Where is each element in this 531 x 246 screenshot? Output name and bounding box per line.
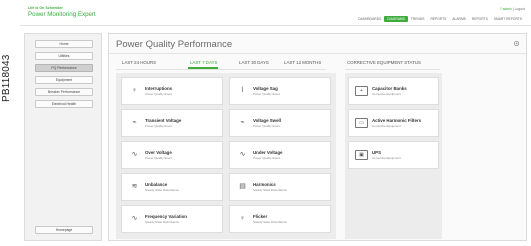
over-voltage-icon: ∿ <box>131 151 138 158</box>
menu-item-utilities[interactable]: Utilities <box>35 52 93 60</box>
brand-logo: Life Is On Schneider Power Monitoring Ex… <box>28 6 96 18</box>
card-subtitle: Corrective Equipment <box>372 92 401 96</box>
card-over-voltage[interactable]: ∿ Over Voltage Power Quality Event <box>121 141 223 169</box>
nav-item-alarms[interactable]: ALARMS <box>449 16 469 22</box>
card-interruption[interactable]: ♀ Interruptions Power Quality Event <box>121 77 223 105</box>
user-link-separator: | <box>512 7 514 11</box>
card-subtitle: Power Quality Event <box>145 124 173 128</box>
flicker-icon: ♀ <box>239 215 246 222</box>
frequency-icon: ∿ <box>131 215 138 222</box>
card-subtitle: Steady State Disturbance <box>145 188 180 192</box>
interruption-icon: ♀ <box>131 87 138 94</box>
card-capacitor[interactable]: + Capacitor Banks Corrective Equipment <box>348 77 439 105</box>
card-subtitle: Power Quality Event <box>145 156 173 160</box>
card-title: Transient Voltage <box>145 118 182 123</box>
corrective-equipment-heading: CORRECTIVE EQUIPMENT STATUS <box>347 60 421 65</box>
menu-item-breaker-performance[interactable]: Breaker Performance <box>35 88 93 96</box>
nav-item-dashboards[interactable]: DASHBOARDS <box>355 16 384 22</box>
card-transient[interactable]: ⌁ Transient Voltage Power Quality Event <box>121 109 223 137</box>
card-voltage-sag[interactable]: ⌇ Voltage Sag Power Quality Event <box>229 77 331 105</box>
card-title: Unbalance <box>145 182 168 187</box>
card-subtitle: Power Quality Event <box>253 124 281 128</box>
tabs-divider <box>116 69 326 70</box>
card-title: Harmonics <box>253 182 276 187</box>
card-title: Under Voltage <box>253 150 283 155</box>
tab-last-24-hours[interactable]: LAST 24 HOURS <box>122 60 156 65</box>
nav-item-reports[interactable]: REPORTS <box>427 16 449 22</box>
header-divider <box>20 25 531 26</box>
voltage-sag-icon: ⌇ <box>240 87 245 94</box>
card-flicker[interactable]: ♀ Flicker Steady State Disturbance <box>229 205 331 233</box>
nav-item-reports-2[interactable]: REPORTS <box>469 16 491 22</box>
card-title: Active Harmonic Filters <box>372 118 422 123</box>
menu-item-home[interactable]: Home <box>35 40 93 48</box>
card-subtitle: Corrective Equipment <box>372 124 401 128</box>
user-links: ? admin | Logout <box>500 7 525 11</box>
corrective-equipment-list: + Capacitor Banks Corrective Equipment ▭ Act… <box>345 73 442 239</box>
card-subtitle: Steady State Disturbance <box>253 220 288 224</box>
tab-last-30-days[interactable]: LAST 30 DAYS <box>239 60 269 65</box>
harmonics-icon: ▤ <box>239 183 246 190</box>
card-title: Frequency Variation <box>145 214 187 219</box>
ups-icon: ▣ <box>355 150 368 160</box>
card-filter[interactable]: ▭ Active Harmonic Filters Corrective Equip… <box>348 109 439 137</box>
app-header: Life Is On Schneider Power Monitoring Ex… <box>20 3 531 25</box>
app-window: Life Is On Schneider Power Monitoring Ex… <box>20 3 531 246</box>
card-title: Voltage Swell <box>253 118 281 123</box>
transient-icon: ⌁ <box>132 119 137 126</box>
page-title: Power Quality Performance <box>116 39 233 50</box>
title-divider <box>109 53 526 54</box>
capacitor-icon: + <box>355 86 368 96</box>
card-subtitle: Power Quality Event <box>145 92 173 96</box>
corrective-divider <box>345 69 440 70</box>
card-title: UPS <box>372 150 382 155</box>
card-title: Over Voltage <box>145 150 172 155</box>
card-title: Interruptions <box>145 86 173 91</box>
card-voltage-swell[interactable]: ⌁ Voltage Swell Power Quality Event <box>229 109 331 137</box>
under-voltage-icon: ∿ <box>239 151 246 158</box>
card-title: Voltage Sag <box>253 86 278 91</box>
tab-last-12-months[interactable]: LAST 12 MONTHS <box>284 60 321 65</box>
nav-item-diagrams[interactable]: DIAGRAMS <box>384 16 408 23</box>
brand-app-name: Power Monitoring Expert <box>28 10 96 18</box>
card-subtitle: Steady State Disturbance <box>253 188 288 192</box>
unbalance-icon: ≋ <box>131 183 138 190</box>
card-title: Flicker <box>253 214 268 219</box>
nav-item-trends[interactable]: TRENDS <box>408 16 428 22</box>
homepage-button[interactable]: Homepage <box>35 226 93 234</box>
logout-link[interactable]: Logout <box>515 7 525 11</box>
user-menu-link[interactable]: admin <box>503 7 512 11</box>
main-panel: Power Quality Performance LAST 24 HOURS … <box>108 33 527 241</box>
card-ups[interactable]: ▣ UPS Corrective Equipment <box>348 141 439 169</box>
pq-event-grid: ♀ Interruptions Power Quality Event ⌇ Voltag… <box>116 73 336 239</box>
nav-item-smart-reports[interactable]: SMART REPORTS <box>491 16 525 22</box>
card-subtitle: Power Quality Event <box>253 92 281 96</box>
card-frequency[interactable]: ∿ Frequency Variation Steady State Disturb… <box>121 205 223 233</box>
help-link[interactable]: ? <box>500 7 502 11</box>
voltage-swell-icon: ⌁ <box>240 119 245 126</box>
card-subtitle: Corrective Equipment <box>372 156 401 160</box>
card-subtitle: Power Quality Event <box>253 156 281 160</box>
filter-icon: ▭ <box>355 118 368 128</box>
tab-last-7-days[interactable]: LAST 7 DAYS <box>190 60 217 65</box>
settings-gear-icon[interactable] <box>513 40 520 47</box>
card-under-voltage[interactable]: ∿ Under Voltage Power Quality Event <box>229 141 331 169</box>
figure-id-label: PB118043 <box>1 54 12 102</box>
menu-item-equipment[interactable]: Equipment <box>35 76 93 84</box>
card-title: Capacitor Banks <box>372 86 407 91</box>
top-navigation: DASHBOARDS DIAGRAMS TRENDS REPORTS ALARM… <box>355 16 525 23</box>
card-harmonics[interactable]: ▤ Harmonics Steady State Disturbance <box>229 173 331 201</box>
card-unbalance[interactable]: ≋ Unbalance Steady State Disturbance <box>121 173 223 201</box>
menu-item-pq-performance[interactable]: PQ Performance <box>35 64 93 72</box>
left-menu: Home Utilities PQ Performance Equipment … <box>24 33 102 241</box>
card-subtitle: Steady State Disturbance <box>145 220 180 224</box>
menu-item-electrical-health[interactable]: Electrical Health <box>35 100 93 108</box>
